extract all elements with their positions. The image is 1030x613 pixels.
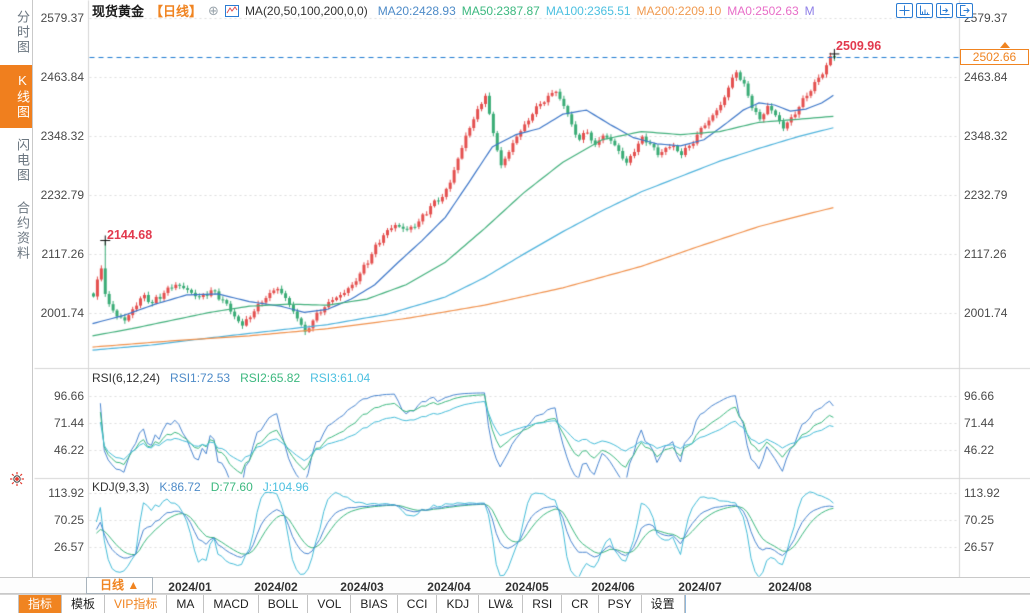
price-axis-label: 2463.84 — [40, 70, 84, 84]
rsi-axis-label: 71.44 — [53, 416, 84, 430]
price-axis-label: 2348.32 — [964, 129, 1008, 143]
bottom-tab-cr[interactable]: CR — [562, 595, 599, 613]
price-up-arrow-icon — [1000, 42, 1010, 48]
chart-header: 现货黄金 【日线】 ⊕ MA(20,50,100,200,0,0) MA20:2… — [92, 3, 815, 20]
scale-right-tool-icon[interactable] — [936, 3, 953, 18]
low-period-high-annotation: 2144.68 — [107, 228, 153, 242]
price-axis-label: 2579.37 — [964, 11, 1008, 25]
x-axis-label: 2024/01 — [168, 580, 212, 594]
kdj-axis-label: 113.92 — [964, 486, 1000, 500]
x-axis-label: 2024/07 — [678, 580, 722, 594]
kdj-panel-header: KDJ(9,3,3) K:86.72 D:77.60 J:104.96 — [92, 480, 309, 494]
rsi-value-label: RSI2:65.82 — [240, 371, 301, 385]
ma-value-label: MA200:2209.10 — [636, 3, 722, 18]
kdj-axis-label: 70.25 — [964, 513, 995, 527]
rsi-title: RSI(6,12,24) — [92, 371, 161, 385]
popout-tool-icon[interactable] — [956, 3, 973, 18]
sidebar-item-flash-chart[interactable]: 闪电图 — [0, 130, 32, 191]
x-axis-label: 2024/05 — [505, 580, 549, 594]
period-tag: 【日线】 — [150, 4, 203, 19]
bottom-tab-templates[interactable]: 模板 — [62, 595, 106, 613]
bottom-tab-kdj[interactable]: KDJ — [437, 595, 480, 613]
chart-toolbar — [896, 3, 973, 18]
price-axis-label: 2463.84 — [964, 70, 1008, 84]
rsi-value-label: RSI3:61.04 — [310, 371, 371, 385]
x-axis-label: 2024/02 — [254, 580, 298, 594]
ma-value-label: M — [804, 3, 815, 18]
ma-value-label: MA0:2502.63 — [727, 3, 799, 18]
kdj-axis-label: 70.25 — [53, 513, 84, 527]
rsi-values: RSI1:72.53 RSI2:65.82 RSI3:61.04 — [170, 371, 370, 385]
tab-bar-fill — [686, 595, 1030, 613]
axis-style-tool-icon[interactable] — [916, 3, 933, 18]
kdj-values: K:86.72 D:77.60 J:104.96 — [159, 480, 308, 494]
price-axis-label: 2232.79 — [964, 188, 1008, 202]
bottom-tab-settings[interactable]: 设置 — [642, 595, 685, 613]
crosshair-tool-icon[interactable] — [896, 3, 913, 18]
symbol-name: 现货黄金 — [92, 4, 145, 19]
mini-chart-icon[interactable] — [224, 4, 239, 17]
bottom-tab-ma[interactable]: MA — [167, 595, 205, 613]
x-axis-label: 2024/06 — [591, 580, 635, 594]
bottom-tab-cci[interactable]: CCI — [398, 595, 438, 613]
chart-type-sidebar: 分时图 K线图 闪电图 合约资料 — [0, 0, 33, 577]
hot-indicator-icon — [9, 471, 25, 490]
ma-formula: MA(20,50,100,200,0,0) — [244, 3, 368, 18]
kdj-value-label: K:86.72 — [159, 480, 201, 494]
rsi-axis-label: 71.44 — [964, 416, 995, 430]
price-axis-label: 2232.79 — [40, 188, 84, 202]
period-selector-label: 日线 — [100, 578, 125, 592]
kdj-axis-label: 113.92 — [48, 486, 84, 500]
price-axis-label: 2117.26 — [41, 247, 85, 261]
x-axis-label: 2024/08 — [768, 580, 812, 594]
rsi-value-label: RSI1:72.53 — [170, 371, 231, 385]
rsi-axis-label: 46.22 — [964, 443, 995, 457]
price-axis-label: 2001.74 — [964, 306, 1008, 320]
bottom-tab-vol[interactable]: VOL — [308, 595, 352, 613]
bottom-tab-boll[interactable]: BOLL — [259, 595, 309, 613]
rsi-axis-label: 96.66 — [964, 389, 995, 403]
bottom-tab-psy[interactable]: PSY — [599, 595, 642, 613]
kdj-value-label: J:104.96 — [262, 480, 309, 494]
kdj-axis-label: 26.57 — [53, 540, 84, 554]
kdj-value-label: D:77.60 — [210, 480, 253, 494]
rsi-panel-header: RSI(6,12,24) RSI1:72.53 RSI2:65.82 RSI3:61… — [92, 371, 370, 385]
rsi-axis-label: 96.66 — [53, 389, 84, 403]
price-axis-label: 2001.74 — [40, 306, 84, 320]
bottom-tab-rsi[interactable]: RSI — [523, 595, 563, 613]
ma-values: MA20:2428.93 MA50:2387.87 MA100:2365.51 MA2… — [374, 4, 815, 18]
period-up-arrow: ▲ — [127, 578, 140, 592]
period-selector[interactable]: 日线 ▲ — [86, 577, 154, 594]
indicator-tab-bar: 指标 模板 VIP指标 MA MACD BOLL VOL BIAS CCI KDJ LW& RSI CR… — [0, 594, 1030, 613]
x-axis-label: 2024/04 — [427, 580, 471, 594]
bottom-tab-vip-indicators[interactable]: VIP指标 — [105, 595, 168, 613]
sidebar-item-kline-chart[interactable]: K线图 — [0, 65, 32, 128]
ma-value-label: MA50:2387.87 — [461, 3, 540, 18]
price-axis-label: 2348.32 — [40, 129, 84, 143]
bottom-tab-bias[interactable]: BIAS — [351, 595, 398, 613]
rsi-axis-label: 46.22 — [53, 443, 84, 457]
x-axis-label: 2024/03 — [340, 580, 384, 594]
kdj-title: KDJ(9,3,3) — [92, 480, 150, 494]
price-axis-label: 2117.26 — [964, 247, 1007, 261]
session-high-annotation: 2509.96 — [836, 39, 882, 53]
sidebar-item-contract-info[interactable]: 合约资料 — [0, 193, 32, 269]
chart-canvas[interactable] — [0, 0, 1030, 613]
expand-icon[interactable]: ⊕ — [208, 3, 219, 19]
bottom-tab-indicators[interactable]: 指标 — [19, 595, 63, 613]
trading-app-window: 分时图 K线图 闪电图 合约资料 现货黄金 【日线】 ⊕ MA(20,50,100,2… — [0, 0, 1030, 613]
kdj-axis-label: 26.57 — [964, 540, 995, 554]
bottom-tab-lw[interactable]: LW& — [479, 595, 524, 613]
current-price-tag: 2502.66 — [960, 49, 1029, 65]
price-axis-label: 2579.37 — [40, 11, 84, 25]
sidebar-item-time-share-chart[interactable]: 分时图 — [0, 2, 32, 63]
ma-value-label: MA20:2428.93 — [377, 3, 456, 18]
ma-value-label: MA100:2365.51 — [545, 3, 631, 18]
bottom-tab-macd[interactable]: MACD — [204, 595, 259, 613]
tab-bar-spacer — [0, 595, 19, 613]
